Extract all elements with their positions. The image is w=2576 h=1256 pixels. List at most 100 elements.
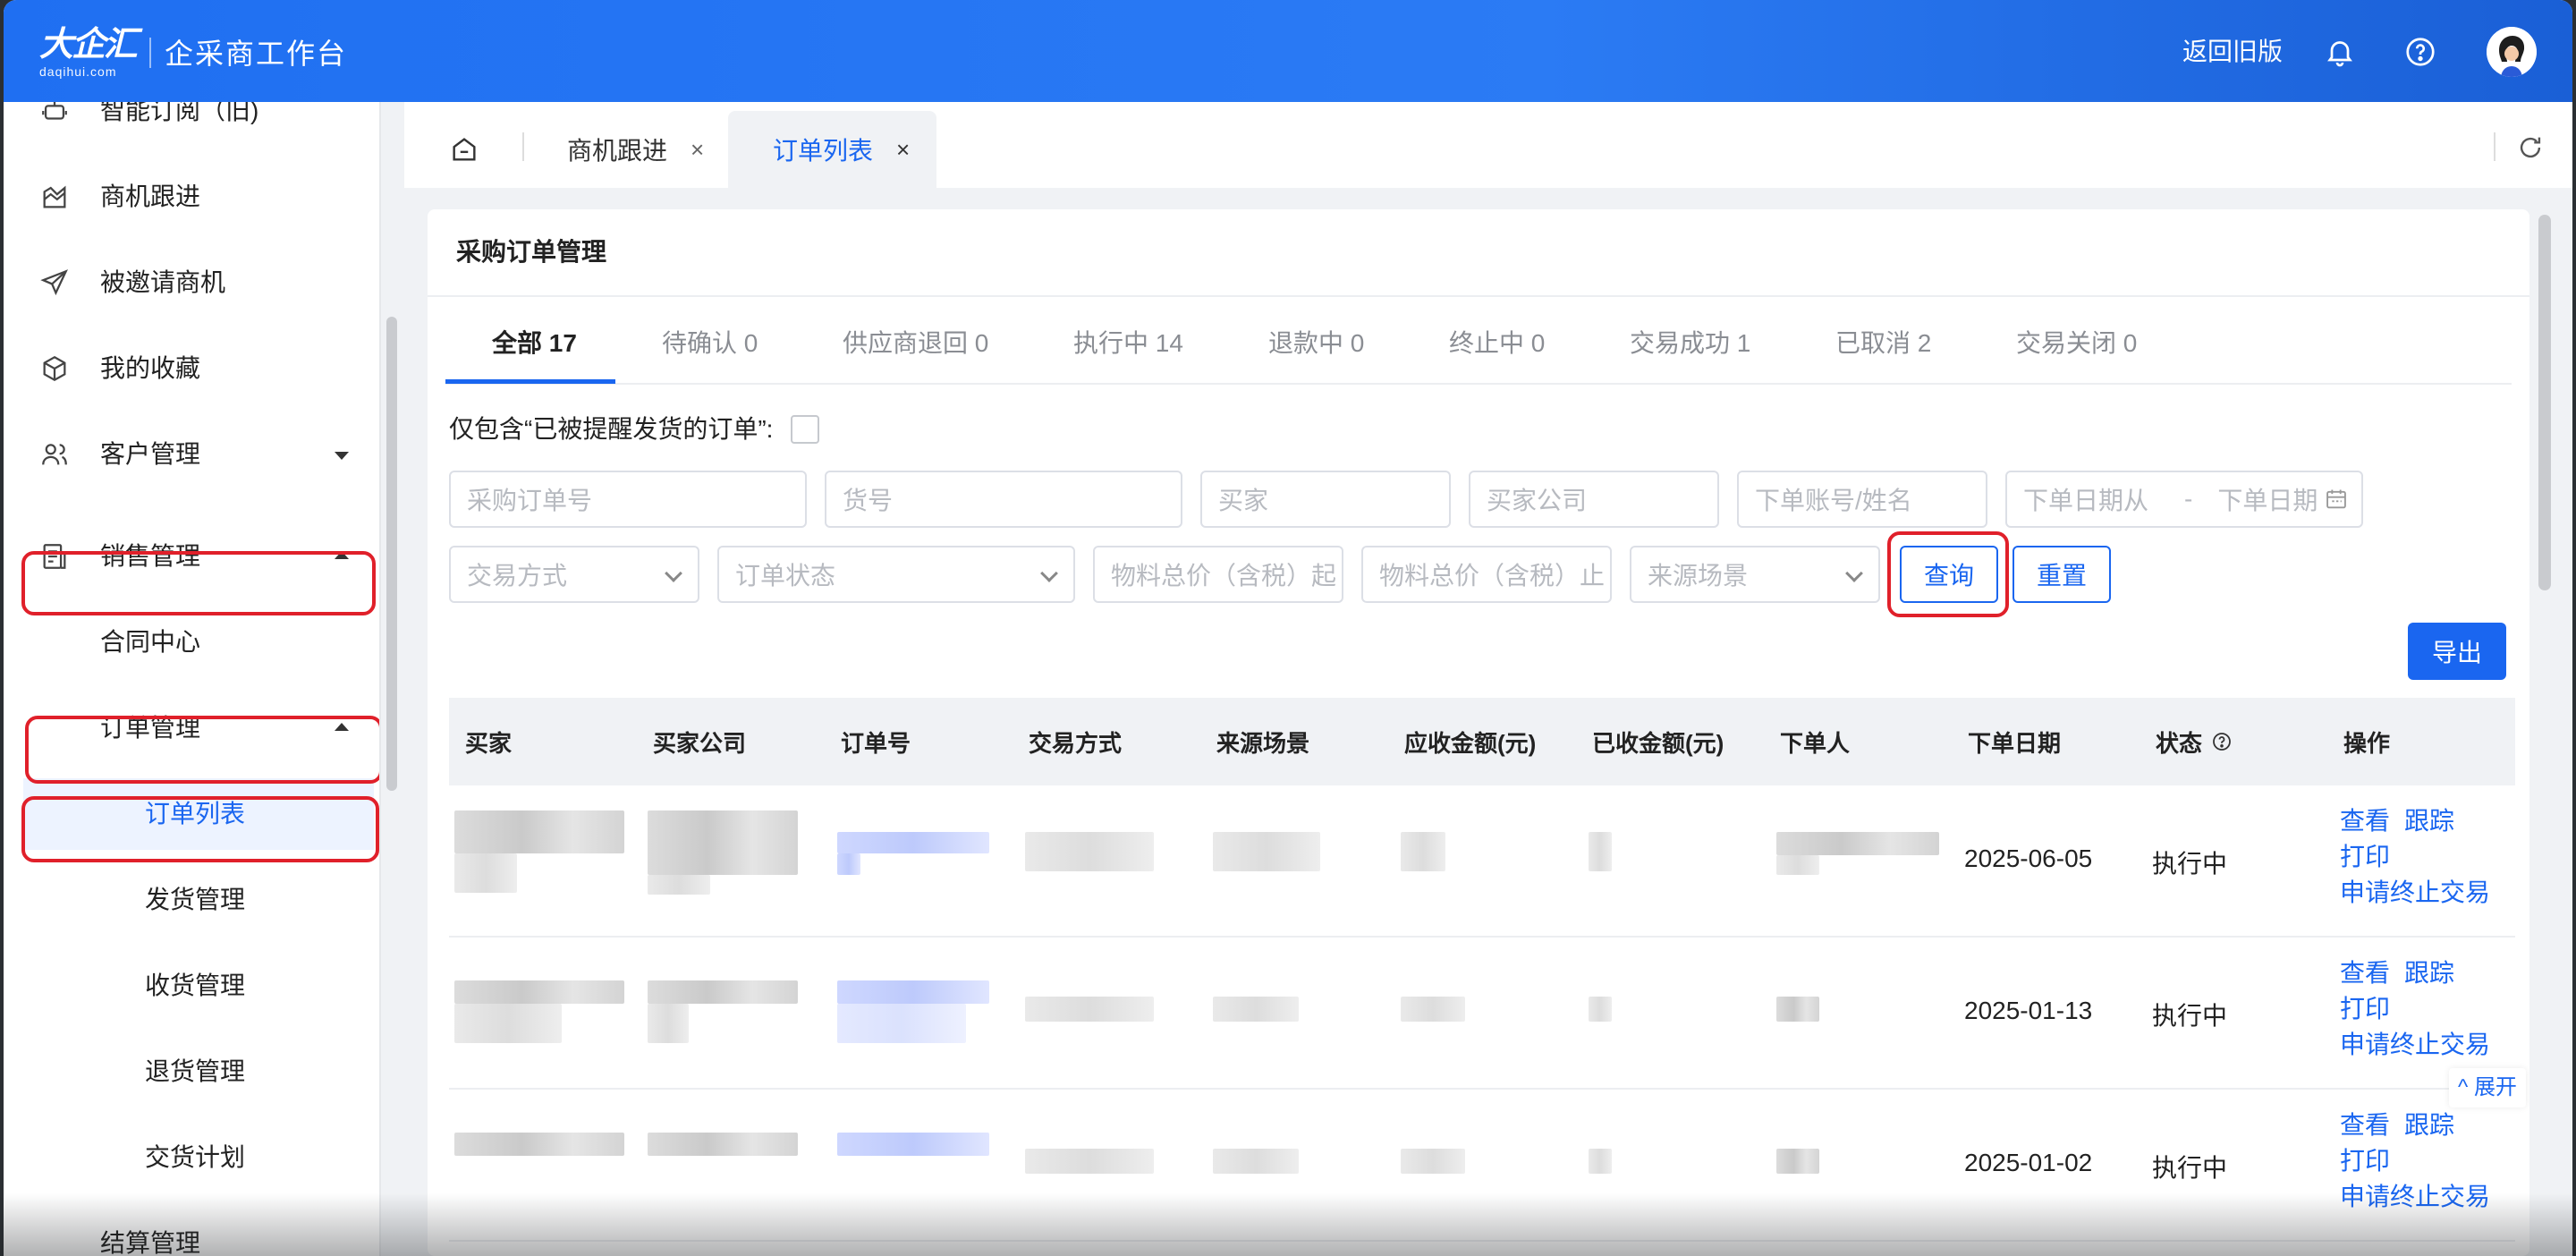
chevron-down-icon [1040, 564, 1058, 582]
placeholder-text: 物料总价（含税）起 [1111, 562, 1337, 590]
help-circle-icon[interactable] [2404, 36, 2436, 68]
placeholder-text: 物料总价（含税）止 [1379, 562, 1606, 590]
column-header-actions: 操作 [2343, 729, 2391, 757]
view-link[interactable]: 查看 [2340, 1107, 2390, 1143]
page-title: 采购订单管理 [456, 238, 607, 266]
sidebar-item-customer-management[interactable]: 客户管理 [4, 419, 370, 490]
view-link[interactable]: 查看 [2340, 803, 2390, 839]
column-header-orderer: 下单人 [1780, 729, 1851, 757]
placeholder-text: 买家 [1218, 487, 1269, 514]
print-link[interactable]: 打印 [2340, 991, 2390, 1027]
column-header-order-date: 下单日期 [1968, 729, 2062, 757]
status-tab-supplier-returned[interactable]: 供应商退回 0 [843, 326, 988, 361]
sidebar-item-delivery-plan[interactable]: 交货计划 [4, 1122, 370, 1193]
redacted-order-no[interactable] [837, 1004, 966, 1043]
status-tab-cancelled[interactable]: 已取消 2 [1835, 326, 1931, 361]
paper-plane-icon [39, 267, 70, 298]
header-divider [149, 38, 151, 68]
redacted-buyer-company [648, 1133, 798, 1156]
status-tab-success[interactable]: 交易成功 1 [1630, 326, 1750, 361]
sidebar-item-label: 被邀请商机 [100, 268, 226, 296]
order-account-input[interactable]: 下单账号/姓名 [1737, 471, 1987, 528]
trade-method-select[interactable]: 交易方式 [449, 546, 699, 603]
sidebar-item-opportunity-follow[interactable]: 商机跟进 [4, 161, 370, 233]
sidebar-item-return-management[interactable]: 退货管理 [4, 1036, 370, 1107]
price-from-input[interactable]: 物料总价（含税）起 [1093, 546, 1343, 603]
source-scene-select[interactable]: 来源场景 [1630, 546, 1880, 603]
redacted-order-no[interactable] [837, 853, 860, 875]
sidebar-item-contract-center[interactable]: 合同中心 [4, 607, 370, 678]
status-tab-all[interactable]: 全部 17 [492, 326, 577, 361]
order-status-select[interactable]: 订单状态 [717, 546, 1075, 603]
redacted-receivable [1401, 832, 1445, 871]
order-status: 执行中 [2152, 1002, 2228, 1030]
sidebar-item-smart-subscription[interactable]: 智能订阅（旧) [4, 102, 370, 147]
reminded-orders-label: 仅包含“已被提醒发货的订单”: [449, 415, 774, 443]
column-header-buyer-company: 买家公司 [653, 729, 747, 757]
sidebar-item-shipping-management[interactable]: 发货管理 [4, 864, 370, 936]
view-link[interactable]: 查看 [2340, 955, 2390, 991]
date-from-placeholder: 下单日期从 [2023, 487, 2149, 514]
redacted-order-no[interactable] [837, 1133, 989, 1156]
price-to-input[interactable]: 物料总价（含税）止 [1361, 546, 1612, 603]
expand-button[interactable]: ^ 展开 [2449, 1068, 2526, 1107]
status-tab-terminating[interactable]: 终止中 0 [1449, 326, 1545, 361]
request-terminate-link[interactable]: 申请终止交易 [2340, 1027, 2490, 1063]
tab-opportunity-follow[interactable]: 商机跟进 × [567, 111, 704, 188]
sidebar-item-label: 合同中心 [100, 628, 201, 656]
column-header-buyer: 买家 [465, 729, 513, 757]
status-tab-baseline [445, 383, 2512, 385]
sidebar-item-label: 客户管理 [100, 440, 201, 468]
reset-button[interactable]: 重置 [2012, 546, 2111, 603]
close-icon[interactable]: × [896, 136, 910, 164]
content-scrollbar[interactable] [2538, 215, 2551, 590]
sidebar-item-label: 商机跟进 [100, 182, 201, 210]
buyer-company-input[interactable]: 买家公司 [1469, 471, 1719, 528]
redacted-order-no[interactable] [837, 832, 989, 853]
order-no-input[interactable]: 采购订单号 [449, 471, 807, 528]
bell-icon[interactable] [2324, 36, 2356, 68]
back-to-old-version-link[interactable]: 返回旧版 [2182, 34, 2283, 70]
home-icon[interactable] [449, 134, 479, 165]
column-header-received: 已收金额(元) [1592, 729, 1724, 757]
placeholder-text: 买家公司 [1487, 487, 1588, 514]
buyer-input[interactable]: 买家 [1200, 471, 1451, 528]
sidebar-scrollbar[interactable] [386, 317, 397, 791]
print-link[interactable]: 打印 [2340, 839, 2390, 875]
request-terminate-link[interactable]: 申请终止交易 [2340, 875, 2490, 911]
column-header-status: 状态 [2156, 698, 2233, 785]
column-header-source-scene: 来源场景 [1216, 729, 1310, 757]
logo[interactable]: 大企汇 daqihui.com [39, 25, 140, 81]
table-row: 2025-01-13 执行中 查看 跟踪 打印 申请终止交易 [449, 938, 2515, 1090]
track-link[interactable]: 跟踪 [2404, 1107, 2454, 1143]
export-button[interactable]: 导出 [2408, 623, 2506, 680]
sidebar-item-settlement-management[interactable]: 结算管理 [4, 1208, 370, 1256]
sidebar-item-receiving-management[interactable]: 收货管理 [4, 950, 370, 1022]
calendar-icon [2324, 487, 2349, 518]
column-header-order-no: 订单号 [841, 729, 911, 757]
tab-order-list[interactable]: 订单列表 × [728, 111, 937, 188]
item-no-input[interactable]: 货号 [825, 471, 1182, 528]
track-link[interactable]: 跟踪 [2404, 803, 2454, 839]
app-title: 企采商工作台 [165, 38, 348, 70]
redacted-order-no[interactable] [837, 980, 989, 1004]
status-tab-pending-confirm[interactable]: 待确认 0 [662, 326, 758, 361]
track-link[interactable]: 跟踪 [2404, 955, 2454, 991]
status-tab-refunding[interactable]: 退款中 0 [1268, 326, 1364, 361]
status-tab-executing[interactable]: 执行中 14 [1073, 326, 1183, 361]
redacted-buyer [454, 980, 624, 1004]
user-avatar[interactable] [2487, 27, 2537, 77]
request-terminate-link[interactable]: 申请终止交易 [2340, 1179, 2490, 1215]
close-icon[interactable]: × [691, 136, 704, 164]
order-date-range-picker[interactable]: 下单日期从 - 下单日期 [2005, 471, 2363, 528]
status-tab-closed[interactable]: 交易关闭 0 [2016, 326, 2137, 361]
sidebar-item-invited-opportunities[interactable]: 被邀请商机 [4, 247, 370, 318]
help-circle-icon[interactable] [2211, 731, 2233, 752]
logo-text: 大企汇 [39, 26, 138, 64]
highlight-box-query-button [1887, 531, 2009, 617]
print-link[interactable]: 打印 [2340, 1143, 2390, 1179]
refresh-icon[interactable] [2515, 132, 2546, 163]
placeholder-text: 货号 [843, 487, 894, 514]
sidebar-item-favorites[interactable]: 我的收藏 [4, 333, 370, 404]
reminded-orders-checkbox[interactable] [791, 415, 819, 444]
